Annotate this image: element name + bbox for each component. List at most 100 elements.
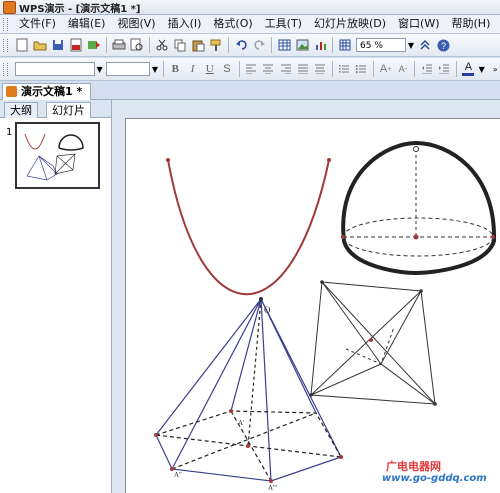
toolbar-separator: [455, 61, 457, 77]
slides-panel: 大纲 幻灯片 1: [0, 100, 112, 493]
menu-edit[interactable]: 编辑(E): [62, 15, 112, 33]
pyramid-figure: [155, 298, 342, 482]
toolbar-separator: [228, 37, 229, 53]
menu-tools[interactable]: 工具(T): [259, 15, 308, 33]
align-left-icon[interactable]: [244, 61, 259, 77]
slide-thumbnail[interactable]: [15, 122, 100, 189]
toolbar-separator: [238, 61, 240, 77]
italic-button[interactable]: I: [185, 61, 200, 77]
menu-file[interactable]: 文件(F): [13, 15, 62, 33]
menu-help[interactable]: 帮助(H): [446, 15, 497, 33]
parabola-endpoint-left: [166, 158, 170, 162]
font-size-combo[interactable]: [106, 62, 151, 76]
numbering-icon[interactable]: [337, 61, 352, 77]
format-painter-icon[interactable]: [208, 37, 224, 53]
toolbar-separator: [414, 61, 416, 77]
redo-icon[interactable]: [251, 37, 267, 53]
watermark-text: 广电电器网: [386, 460, 441, 473]
menu-window[interactable]: 窗口(W): [392, 15, 445, 33]
toolbar-grip[interactable]: [3, 62, 8, 76]
decrease-font-icon[interactable]: A-: [395, 61, 410, 77]
toolbar-grip[interactable]: [3, 38, 8, 52]
expand-toolbar-icon[interactable]: [417, 37, 433, 53]
menu-insert[interactable]: 插入(I): [162, 15, 208, 33]
toolbar-options-icon[interactable]: »: [490, 62, 500, 76]
menu-format[interactable]: 格式(O): [207, 15, 258, 33]
chevron-down-icon[interactable]: ▼: [477, 62, 487, 76]
document-tabs: 演示文稿1 *: [0, 81, 500, 100]
align-right-icon[interactable]: [278, 61, 293, 77]
font-name-combo[interactable]: [14, 62, 95, 76]
menu-bar: 文件(F) 编辑(E) 视图(V) 插入(I) 格式(O) 工具(T) 幻灯片放…: [0, 15, 500, 34]
toolbar-separator: [373, 61, 374, 77]
menu-view[interactable]: 视图(V): [111, 15, 161, 33]
bullets-icon[interactable]: [354, 61, 369, 77]
slide-canvas[interactable]: O A' A'' A''': [125, 118, 500, 493]
indent-decrease-icon[interactable]: [419, 61, 434, 77]
save-icon[interactable]: [50, 37, 66, 53]
open-folder-icon[interactable]: [32, 37, 48, 53]
indent-increase-icon[interactable]: [437, 61, 452, 77]
strikethrough-button[interactable]: S: [219, 61, 234, 77]
toolbar-separator: [271, 37, 272, 53]
standard-toolbar: 65 % ▼ ?: [0, 34, 500, 57]
toolbar-separator: [106, 37, 107, 53]
distribute-icon[interactable]: [312, 61, 327, 77]
print-icon[interactable]: [111, 37, 127, 53]
toolbar-separator: [331, 61, 333, 77]
watermark-url: www.go-gddq.com: [382, 473, 487, 484]
octahedron-figure: [310, 281, 436, 405]
chevron-down-icon[interactable]: ▼: [150, 62, 160, 76]
print-preview-icon[interactable]: [129, 37, 145, 53]
format-toolbar: ▼ ▼ B I U S A + A- A ▼ »: [0, 58, 500, 81]
help-icon[interactable]: ?: [435, 37, 451, 53]
font-color-swatch: [462, 73, 475, 76]
slide-drawing: [154, 140, 497, 483]
tab-document-label: 演示文稿1 *: [21, 85, 83, 98]
wps-window: WPS演示 - [演示文稿1 *] 文件(F) 编辑(E) 视图(V) 插入(I…: [0, 0, 500, 493]
wps-app-icon: [3, 0, 16, 14]
increase-font-icon[interactable]: A +: [378, 61, 393, 77]
insert-chart-icon[interactable]: [312, 37, 328, 53]
panel-tabs: 大纲 幻灯片: [0, 100, 111, 118]
show-grid-icon[interactable]: [337, 37, 353, 53]
new-icon[interactable]: [14, 37, 30, 53]
window-title: WPS演示 - [演示文稿1 *]: [19, 3, 141, 15]
zoom-value: 65 %: [360, 41, 383, 51]
font-color-letter: A: [464, 61, 473, 73]
toolbar-separator: [149, 37, 150, 53]
slide-thumbnail-preview: [24, 133, 84, 181]
toolbar-separator: [162, 61, 164, 77]
hemisphere-figure: [341, 140, 497, 276]
chevron-down-icon[interactable]: ▼: [95, 62, 105, 76]
tab-outline[interactable]: 大纲: [4, 102, 38, 118]
vertex-label-o: O: [264, 305, 271, 315]
undo-icon[interactable]: [233, 37, 249, 53]
justify-icon[interactable]: [295, 61, 310, 77]
paste-icon[interactable]: [190, 37, 206, 53]
pdf-export-icon[interactable]: [68, 37, 84, 53]
chevron-down-icon[interactable]: ▼: [406, 38, 416, 52]
underline-button[interactable]: U: [202, 61, 217, 77]
svg-text:?: ?: [440, 41, 445, 51]
vertex-label-a3: A''': [268, 484, 277, 492]
zoom-combo[interactable]: 65 %: [356, 38, 406, 52]
bold-button[interactable]: B: [168, 61, 183, 77]
menu-slideshow[interactable]: 幻灯片放映(D): [308, 15, 392, 33]
copy-icon[interactable]: [172, 37, 188, 53]
cut-icon[interactable]: [154, 37, 170, 53]
slide-number: 1: [6, 127, 13, 138]
presentation-icon: [6, 86, 17, 97]
parabola-curve: [167, 159, 330, 296]
toolbar-separator: [332, 37, 333, 53]
insert-picture-icon[interactable]: [294, 37, 310, 53]
insert-table-icon[interactable]: [276, 37, 292, 53]
parabola-endpoint-right: [327, 158, 331, 162]
tab-slides[interactable]: 幻灯片: [46, 102, 91, 118]
vertex-label-a1: A': [238, 419, 245, 427]
menu-grip[interactable]: [3, 17, 8, 31]
font-color-icon[interactable]: A: [461, 61, 476, 77]
tab-document[interactable]: 演示文稿1 *: [2, 83, 92, 100]
align-center-icon[interactable]: [261, 61, 276, 77]
send-mail-icon[interactable]: [86, 37, 102, 53]
